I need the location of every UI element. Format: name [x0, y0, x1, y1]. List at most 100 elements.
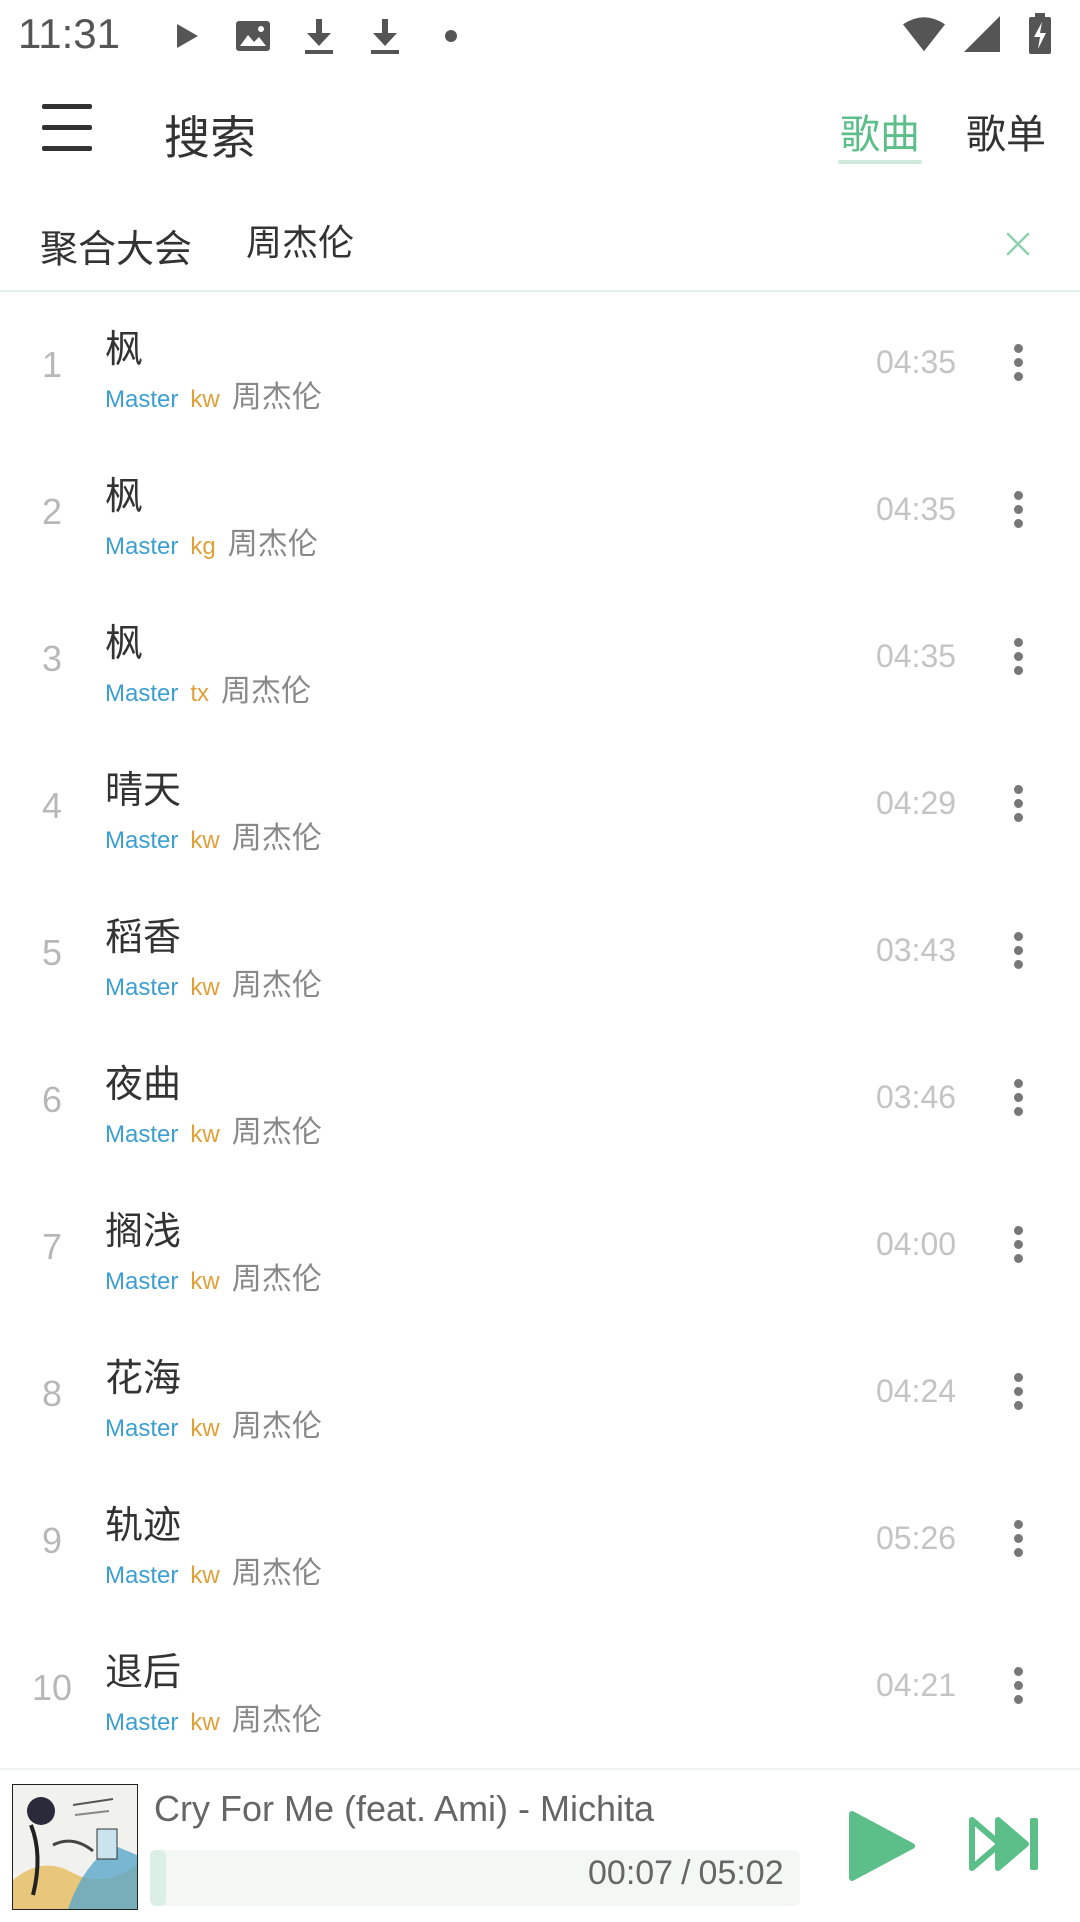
song-meta: Master kw 周杰伦	[105, 1254, 322, 1298]
song-row[interactable]: 3 枫 Master tx 周杰伦 04:35	[0, 592, 1080, 739]
more-vert-icon[interactable]	[1000, 1516, 1036, 1560]
download-icon	[363, 14, 407, 58]
progress-fill	[150, 1850, 167, 1906]
song-meta: Master tx 周杰伦	[105, 666, 311, 710]
song-row[interactable]: 9 轨迹 Master kw 周杰伦 05:26	[0, 1474, 1080, 1621]
song-singer: 周杰伦	[231, 968, 322, 1003]
song-index: 1	[41, 344, 63, 385]
menu-icon[interactable]	[42, 104, 96, 154]
more-vert-icon[interactable]	[1000, 487, 1036, 531]
more-vert-icon[interactable]	[1000, 1075, 1036, 1119]
song-name: 晴天	[105, 768, 182, 812]
song-name: 枫	[105, 621, 144, 665]
quality-badge: Master	[105, 533, 179, 560]
song-row[interactable]: 4 晴天 Master kw 周杰伦 04:29	[0, 739, 1080, 886]
song-row[interactable]: 1 枫 Master kw 周杰伦 04:35	[0, 298, 1080, 445]
source-badge: kw	[190, 974, 220, 1001]
song-index: 5	[41, 932, 63, 973]
quality-badge: Master	[105, 1268, 179, 1295]
song-duration: 04:35	[876, 491, 957, 527]
app-header: 搜索 歌曲 歌单	[0, 80, 1080, 180]
song-duration: 04:35	[876, 344, 957, 380]
image-icon	[231, 14, 275, 58]
tab-songs[interactable]: 歌曲	[840, 102, 920, 160]
song-singer: 周杰伦	[231, 1556, 322, 1591]
album-cover[interactable]	[12, 1784, 138, 1910]
quality-badge: Master	[105, 1415, 179, 1442]
song-meta: Master kw 周杰伦	[105, 960, 322, 1004]
more-vert-icon[interactable]	[1000, 781, 1036, 825]
song-duration: 03:43	[876, 932, 957, 968]
quality-badge: Master	[105, 827, 179, 854]
song-singer: 周杰伦	[227, 527, 318, 562]
song-duration: 04:00	[876, 1226, 957, 1262]
tab-playlists[interactable]: 歌单	[966, 102, 1046, 160]
source-badge: kw	[190, 386, 220, 413]
search-source-selector[interactable]: 聚合大会	[40, 218, 192, 273]
next-track-icon[interactable]	[968, 1814, 1044, 1874]
more-vert-icon[interactable]	[1000, 634, 1036, 678]
song-duration: 04:29	[876, 785, 957, 821]
song-singer: 周杰伦	[231, 1115, 322, 1150]
song-meta: Master kw 周杰伦	[105, 372, 322, 416]
song-name: 夜曲	[105, 1062, 182, 1106]
download-icon	[297, 14, 341, 58]
search-bar: 聚合大会	[0, 200, 1080, 292]
play-icon	[165, 14, 209, 58]
song-meta: Master kw 周杰伦	[105, 1401, 322, 1445]
dot-icon	[429, 14, 473, 58]
song-row[interactable]: 2 枫 Master kg 周杰伦 04:35	[0, 445, 1080, 592]
song-singer: 周杰伦	[231, 1262, 322, 1297]
song-list: 1 枫 Master kw 周杰伦 04:35 2 枫 Master kg 周杰伦 04:35 3 枫 Ma…	[0, 298, 1080, 1768]
signal-icon	[960, 12, 1004, 56]
song-index: 2	[41, 491, 63, 532]
source-badge: kw	[190, 1268, 220, 1295]
song-meta: Master kw 周杰伦	[105, 813, 322, 857]
tab-active-indicator	[838, 160, 922, 164]
song-duration: 03:46	[876, 1079, 957, 1115]
song-index: 10	[31, 1667, 73, 1708]
quality-badge: Master	[105, 386, 179, 413]
more-vert-icon[interactable]	[1000, 1222, 1036, 1266]
source-badge: kw	[190, 827, 220, 854]
more-vert-icon[interactable]	[1000, 1663, 1036, 1707]
song-row[interactable]: 10 退后 Master kw 周杰伦 04:21	[0, 1621, 1080, 1768]
source-badge: kw	[190, 1562, 220, 1589]
song-row[interactable]: 7 搁浅 Master kw 周杰伦 04:00	[0, 1180, 1080, 1327]
time-separator: /	[681, 1854, 691, 1892]
quality-badge: Master	[105, 974, 179, 1001]
song-duration: 04:24	[876, 1373, 957, 1409]
song-name: 枫	[105, 327, 144, 371]
more-vert-icon[interactable]	[1000, 1369, 1036, 1413]
total-time: 05:02	[698, 1854, 784, 1892]
song-meta: Master kw 周杰伦	[105, 1107, 322, 1151]
quality-badge: Master	[105, 1562, 179, 1589]
close-icon[interactable]	[998, 224, 1038, 264]
quality-badge: Master	[105, 680, 179, 707]
song-row[interactable]: 8 花海 Master kw 周杰伦 04:24	[0, 1327, 1080, 1474]
song-name: 枫	[105, 474, 144, 518]
source-badge: tx	[190, 680, 210, 707]
search-input[interactable]	[246, 212, 946, 268]
song-meta: Master kw 周杰伦	[105, 1548, 322, 1592]
song-name: 花海	[105, 1356, 182, 1400]
more-vert-icon[interactable]	[1000, 340, 1036, 384]
more-vert-icon[interactable]	[1000, 928, 1036, 972]
player-bar[interactable]: Cry For Me (feat. Ami) - Michita 00:07/0…	[0, 1768, 1080, 1922]
source-badge: kg	[190, 533, 216, 560]
song-index: 8	[41, 1373, 63, 1414]
song-name: 搁浅	[105, 1209, 182, 1253]
play-icon[interactable]	[846, 1810, 916, 1882]
song-name: 稻香	[105, 915, 182, 959]
song-singer: 周杰伦	[221, 674, 312, 709]
song-row[interactable]: 5 稻香 Master kw 周杰伦 03:43	[0, 886, 1080, 1033]
song-index: 6	[41, 1079, 63, 1120]
wifi-icon	[902, 12, 946, 56]
page-title: 搜索	[164, 111, 256, 165]
song-row[interactable]: 6 夜曲 Master kw 周杰伦 03:46	[0, 1033, 1080, 1180]
song-duration: 05:26	[876, 1520, 957, 1556]
song-singer: 周杰伦	[231, 380, 322, 415]
song-name: 退后	[105, 1650, 182, 1694]
quality-badge: Master	[105, 1121, 179, 1148]
song-singer: 周杰伦	[231, 821, 322, 856]
